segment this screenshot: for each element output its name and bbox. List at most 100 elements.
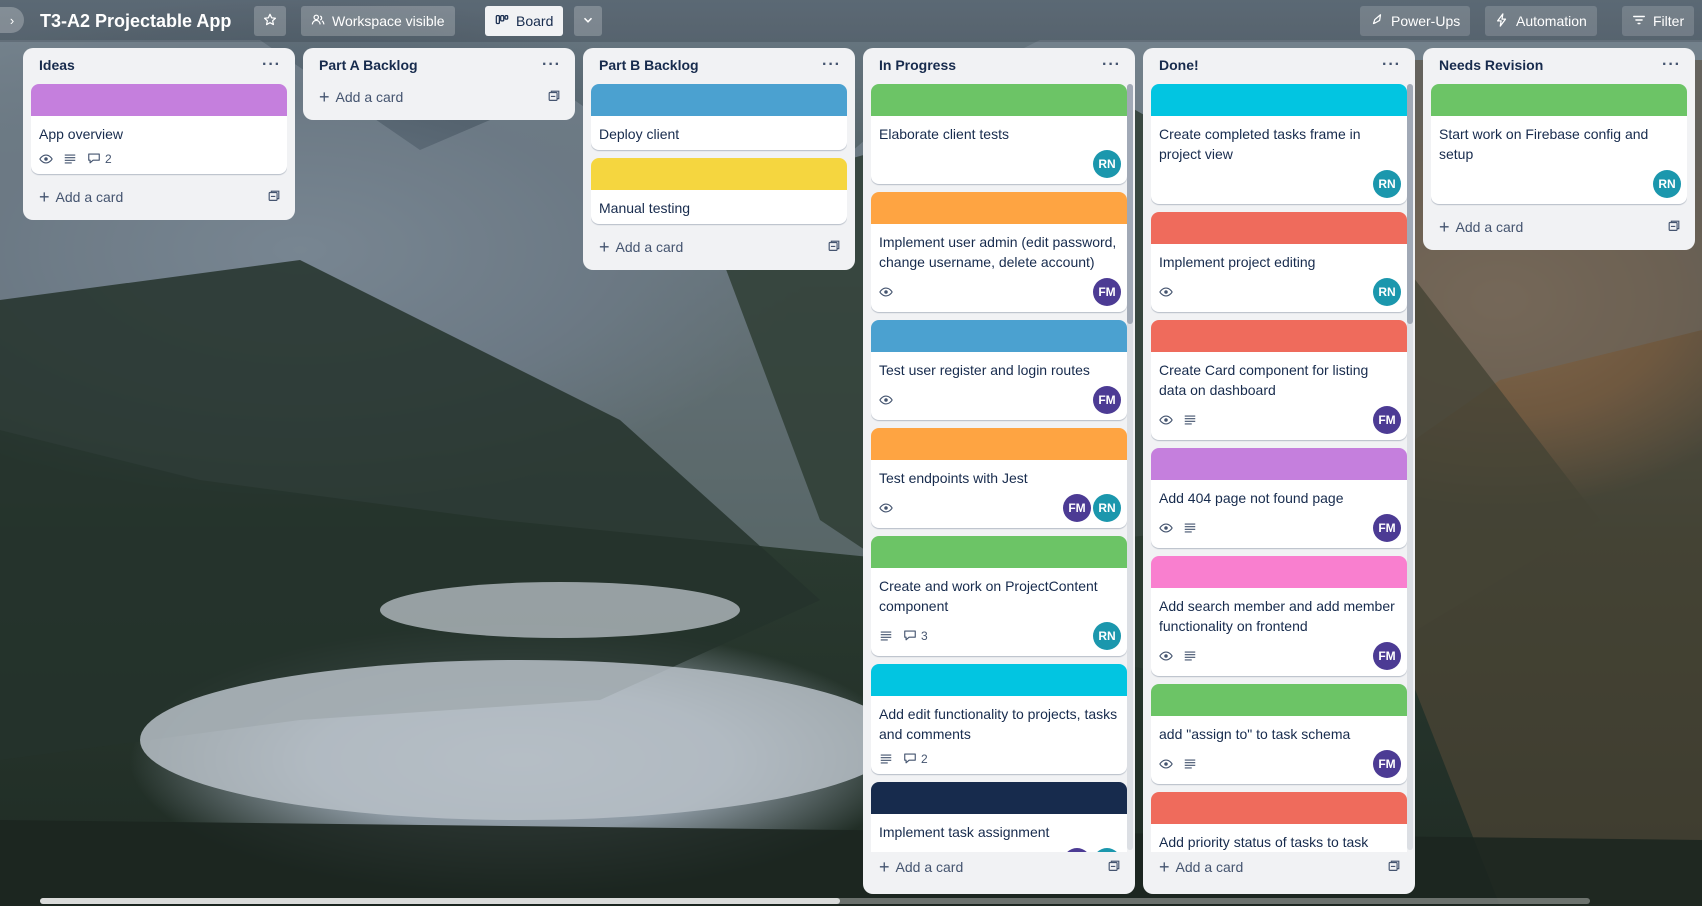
avatar[interactable]: FM — [1373, 406, 1401, 434]
template-icon[interactable] — [1107, 859, 1121, 876]
scrollbar-thumb[interactable] — [1407, 84, 1413, 324]
avatar[interactable]: FM — [1373, 514, 1401, 542]
list-title[interactable]: Done! — [1159, 57, 1199, 73]
card-title: Create and work on ProjectContent compon… — [879, 578, 1098, 614]
card[interactable]: Add search member and add member functio… — [1151, 556, 1407, 676]
list-menu-button[interactable]: ··· — [1102, 56, 1121, 74]
filter-button[interactable]: Filter — [1622, 6, 1695, 36]
card-body: Start work on Firebase config and setup — [1431, 116, 1687, 204]
card-container: App overview 2 — [31, 84, 287, 182]
template-icon[interactable] — [1667, 219, 1681, 236]
avatar[interactable]: FM — [1063, 494, 1091, 522]
card[interactable]: Test endpoints with Jest FM RN — [871, 428, 1127, 528]
card[interactable]: Implement project editing RN — [1151, 212, 1407, 312]
view-switcher-button[interactable] — [574, 6, 602, 36]
card-members: FM — [1373, 514, 1401, 542]
comment-icon — [903, 751, 917, 768]
card[interactable]: Create completed tasks frame in project … — [1151, 84, 1407, 204]
list-title[interactable]: Ideas — [39, 57, 75, 73]
card[interactable]: Test user register and login routes FM — [871, 320, 1127, 420]
card[interactable]: Manual testing — [591, 158, 847, 224]
add-card-button[interactable]: + Add a card — [1151, 852, 1407, 882]
template-icon[interactable] — [1387, 859, 1401, 876]
watch-icon — [1159, 285, 1173, 299]
avatar[interactable]: RN — [1093, 150, 1121, 178]
view-board-button[interactable]: Board — [485, 6, 564, 36]
list-in-progress: In Progress ··· Elaborate client tests RN Im… — [863, 48, 1135, 894]
list-title[interactable]: Needs Revision — [1439, 57, 1543, 73]
add-card-button[interactable]: + Add a card — [871, 852, 1127, 882]
card[interactable]: Add edit functionality to projects, task… — [871, 664, 1127, 774]
template-icon[interactable] — [547, 89, 561, 106]
watch-icon — [39, 152, 53, 166]
list-header: Part A Backlog ··· — [311, 48, 567, 82]
list-title[interactable]: In Progress — [879, 57, 956, 73]
card-cover — [871, 664, 1127, 696]
card-members: RN — [1093, 622, 1121, 650]
comment-count: 2 — [105, 152, 112, 166]
power-ups-button[interactable]: Power-Ups — [1360, 6, 1471, 36]
avatar[interactable]: FM — [1093, 386, 1121, 414]
comments-badge: 2 — [903, 751, 928, 768]
add-card-label: Add a card — [1175, 859, 1244, 875]
card-cover — [1151, 212, 1407, 244]
add-card-button[interactable]: + Add a card — [1431, 212, 1687, 242]
card-container: Deploy client Manual testing — [591, 84, 847, 232]
scrollbar-thumb[interactable] — [1127, 84, 1133, 324]
card-cover — [871, 428, 1127, 460]
avatar[interactable]: RN — [1653, 170, 1681, 198]
board-horizontal-scrollbar[interactable] — [40, 898, 1590, 904]
card[interactable]: Add 404 page not found page FM — [1151, 448, 1407, 548]
avatar[interactable]: FM — [1093, 278, 1121, 306]
card[interactable]: Implement user admin (edit password, cha… — [871, 192, 1127, 312]
list-scrollbar[interactable] — [1127, 84, 1133, 850]
card[interactable]: Implement task assignment1FMRN — [871, 782, 1127, 852]
board-title[interactable]: T3-A2 Projectable App — [40, 8, 231, 34]
power-ups-label: Power-Ups — [1391, 13, 1461, 29]
card[interactable]: Start work on Firebase config and setup R… — [1431, 84, 1687, 204]
avatar[interactable]: FM — [1373, 642, 1401, 670]
template-icon[interactable] — [267, 189, 281, 206]
card[interactable]: Create and work on ProjectContent compon… — [871, 536, 1127, 656]
list-scrollbar[interactable] — [1407, 84, 1413, 850]
scrollbar-thumb[interactable] — [40, 898, 840, 904]
card[interactable]: App overview 2 — [31, 84, 287, 174]
avatar[interactable]: FM — [1373, 750, 1401, 778]
avatar[interactable]: RN — [1373, 170, 1401, 198]
sidebar-expand-button[interactable]: › — [0, 7, 24, 33]
card-body: Elaborate client tests — [871, 116, 1127, 184]
comment-icon — [87, 151, 101, 168]
list-menu-button[interactable]: ··· — [1382, 56, 1401, 74]
card-cover — [871, 84, 1127, 116]
list-menu-button[interactable]: ··· — [1662, 56, 1681, 74]
add-card-button[interactable]: + Add a card — [31, 182, 287, 212]
automation-button[interactable]: Automation — [1485, 6, 1597, 36]
card-title: Deploy client — [599, 126, 680, 142]
watch-icon — [1159, 521, 1173, 535]
board-icon — [495, 13, 509, 30]
avatar[interactable]: RN — [1093, 622, 1121, 650]
card[interactable]: add "assign to" to task schema FM — [1151, 684, 1407, 784]
list-title[interactable]: Part B Backlog — [599, 57, 699, 73]
add-card-button[interactable]: + Add a card — [591, 232, 847, 262]
card[interactable]: Elaborate client tests RN — [871, 84, 1127, 184]
template-icon[interactable] — [827, 239, 841, 256]
plus-icon: + — [39, 187, 50, 207]
card-badges — [1159, 170, 1399, 198]
avatar[interactable]: RN — [1373, 278, 1401, 306]
card[interactable]: Deploy client — [591, 84, 847, 150]
watch-icon — [1159, 649, 1173, 663]
workspace-visible-button[interactable]: Workspace visible — [301, 6, 455, 36]
list-menu-button[interactable]: ··· — [262, 56, 281, 74]
list-menu-button[interactable]: ··· — [822, 56, 841, 74]
list-title[interactable]: Part A Backlog — [319, 57, 418, 73]
add-card-button[interactable]: + Add a card — [311, 82, 567, 112]
avatar[interactable]: RN — [1093, 848, 1121, 852]
card[interactable]: Add priority status of tasks to task sch… — [1151, 792, 1407, 852]
add-card-label-group: + Add a card — [1439, 218, 1523, 236]
card[interactable]: Create Card component for listing data o… — [1151, 320, 1407, 440]
list-menu-button[interactable]: ··· — [542, 56, 561, 74]
star-board-button[interactable] — [254, 6, 286, 36]
avatar[interactable]: RN — [1093, 494, 1121, 522]
avatar[interactable]: FM — [1063, 848, 1091, 852]
